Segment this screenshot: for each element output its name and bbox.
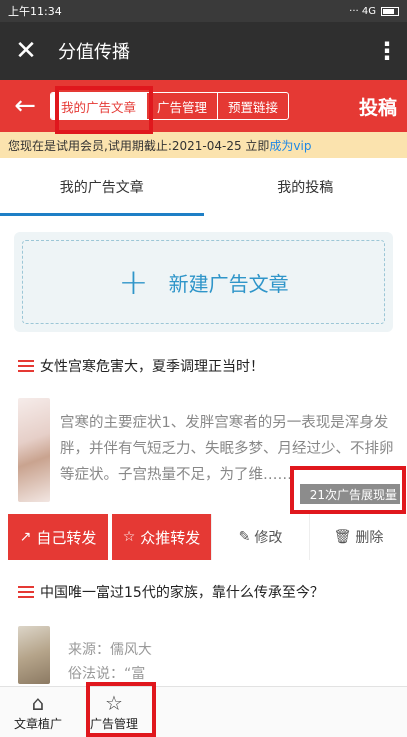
article-thumbnail[interactable] bbox=[18, 398, 50, 502]
close-icon[interactable]: ✕ bbox=[0, 38, 52, 64]
bottom-nav-label: 文章植广 bbox=[13, 716, 62, 731]
delete-label: 删除 bbox=[355, 530, 384, 546]
crowd-forward-label: 众推转发 bbox=[140, 528, 201, 547]
edit-icon: ✎ bbox=[238, 529, 251, 545]
more-vertical-icon[interactable]: ⋮ bbox=[367, 39, 407, 63]
article-actions: ↗ 自己转发 ☆ 众推转发 ✎ 修改 🗑 删除 bbox=[0, 514, 407, 560]
tab-my-ad-articles[interactable]: 我的广告文章 bbox=[51, 93, 148, 119]
article-title-text: 中国唯一富过15代的家族，靠什么传承至今？ bbox=[40, 585, 324, 601]
network-indicator: ··· 4G bbox=[349, 5, 376, 17]
article-title-text: 女性宫寒危害大，夏季调理正当时！ bbox=[40, 359, 264, 375]
bottom-nav-label: 广告管理 bbox=[89, 716, 138, 731]
delete-button[interactable]: 🗑 删除 bbox=[309, 514, 407, 560]
share-icon: ↗ bbox=[19, 529, 32, 545]
tab-my-ad-articles-sub[interactable]: 我的广告文章 bbox=[0, 158, 204, 216]
bottom-nav: ⌂ 文章植广 ☆ 广告管理 bbox=[0, 686, 407, 737]
article-list-icon bbox=[18, 586, 34, 598]
status-indicators: ··· 4G bbox=[349, 6, 399, 17]
tab-my-submissions[interactable]: 我的投稿 bbox=[204, 158, 407, 216]
publish-button[interactable]: 投稿 bbox=[359, 93, 397, 120]
battery-icon bbox=[381, 6, 399, 16]
page-title: 分值传播 bbox=[58, 42, 130, 63]
star-outline-icon: ☆ bbox=[122, 529, 136, 545]
become-vip-link[interactable]: 成为vip bbox=[269, 137, 311, 154]
crowd-forward-button[interactable]: ☆ 众推转发 bbox=[112, 514, 211, 560]
nav-tabs: 我的广告文章 广告管理 预置链接 bbox=[50, 92, 290, 120]
article-list-icon bbox=[18, 360, 34, 372]
bottom-nav-article-ads[interactable]: ⌂ 文章植广 bbox=[0, 687, 76, 737]
top-nav: ← 我的广告文章 广告管理 预置链接 投稿 bbox=[0, 80, 407, 132]
bottom-nav-ad-management[interactable]: ☆ 广告管理 bbox=[76, 687, 152, 737]
article-excerpt: 宫寒的主要症状1、发胖宫寒者的另一表现是浑身发胖，并伴有气短乏力、失眠多梦、月经… bbox=[60, 415, 394, 483]
edit-label: 修改 bbox=[254, 530, 283, 546]
article-title[interactable]: 中国唯一富过15代的家族，靠什么传承至今？ bbox=[18, 582, 398, 602]
tab-preset-links[interactable]: 预置链接 bbox=[218, 93, 288, 119]
trial-notice: 您现在是试用会员,试用期截止:2021-04-25 立即 成为vip bbox=[0, 132, 407, 158]
forward-self-label: 自己转发 bbox=[36, 528, 97, 547]
edit-button[interactable]: ✎ 修改 bbox=[211, 514, 309, 560]
notice-text: 您现在是试用会员,试用期截止:2021-04-25 立即 bbox=[8, 138, 270, 153]
ad-views-badge: 21次广告展现量 bbox=[300, 484, 400, 504]
new-article-label: 新建广告文章 bbox=[168, 271, 289, 296]
trash-icon: 🗑 bbox=[333, 529, 352, 545]
article-thumbnail[interactable] bbox=[18, 626, 50, 684]
clock: 上午11:34 bbox=[8, 5, 62, 18]
new-article-button[interactable]: + 新建广告文章 bbox=[22, 240, 385, 324]
tab-ad-management[interactable]: 广告管理 bbox=[147, 93, 219, 119]
back-arrow-icon[interactable]: ← bbox=[0, 91, 50, 121]
plus-icon: + bbox=[118, 261, 149, 303]
home-icon: ⌂ bbox=[31, 690, 45, 715]
sub-tabs: 我的广告文章 我的投稿 bbox=[0, 158, 407, 216]
new-article-card[interactable]: + 新建广告文章 bbox=[14, 232, 393, 332]
star-icon: ☆ bbox=[105, 690, 123, 715]
status-bar: 上午11:34 ··· 4G bbox=[0, 0, 407, 22]
forward-self-button[interactable]: ↗ 自己转发 bbox=[8, 514, 108, 560]
article-title[interactable]: 女性宫寒危害大，夏季调理正当时！ bbox=[18, 356, 398, 376]
title-bar: ✕ 分值传播 ⋮ bbox=[0, 22, 407, 80]
blurred-area bbox=[150, 632, 400, 687]
